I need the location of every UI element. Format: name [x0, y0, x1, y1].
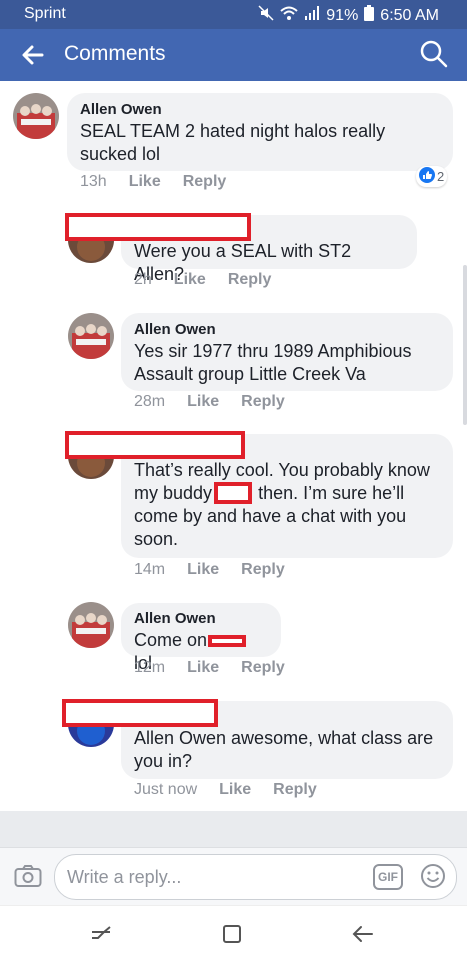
- reply-button[interactable]: Reply: [183, 173, 227, 191]
- comment-bubble: Allen Owen Yes sir 1977 thru 1989 Amphib…: [121, 313, 453, 391]
- comment-author[interactable]: Allen Owen: [134, 609, 268, 629]
- comment-bubble: Allen Owen SEAL TEAM 2 hated night halos…: [67, 93, 453, 171]
- comment-author[interactable]: Allen Owen: [134, 320, 440, 340]
- carrier-label: Sprint: [24, 5, 66, 22]
- comment-text: then. I’m sure he’ll: [258, 483, 405, 503]
- reply-button[interactable]: Reply: [273, 781, 317, 799]
- search-icon[interactable]: [419, 39, 449, 69]
- reply-button[interactable]: Reply: [228, 271, 272, 289]
- status-bar: Sprint 91% 6:50 AM: [0, 0, 467, 29]
- comment-actions: 14m Like Reply: [134, 561, 285, 579]
- comment-time: 12m: [134, 659, 166, 676]
- comment-feed: Allen Owen SEAL TEAM 2 hated night halos…: [0, 81, 467, 811]
- comment-time: Just now: [134, 781, 198, 798]
- battery-icon: [364, 5, 375, 26]
- like-button[interactable]: Like: [187, 393, 219, 411]
- comment-text: Allen Owen awesome, what class are: [134, 728, 434, 748]
- clock: 6:50 AM: [380, 6, 439, 24]
- comment-time: 2h: [134, 271, 152, 288]
- reply-button[interactable]: Reply: [241, 659, 285, 677]
- avatar[interactable]: [68, 313, 114, 359]
- signal-icon: [304, 6, 320, 25]
- like-button[interactable]: Like: [174, 271, 206, 289]
- reply-composer: Write a reply... GIF: [0, 847, 467, 906]
- avatar[interactable]: [68, 602, 114, 648]
- wifi-icon: [280, 5, 298, 26]
- redaction-box: [65, 431, 245, 459]
- comment-text: Assault group Little Creek Va: [134, 364, 366, 384]
- comment-text: sucked lol: [80, 144, 161, 164]
- comment-author[interactable]: Allen Owen: [80, 100, 440, 120]
- app-header: Comments: [0, 29, 467, 81]
- comment-text: That’s really cool. You probably know: [134, 460, 430, 480]
- like-button[interactable]: Like: [187, 561, 219, 579]
- reply-placeholder: Write a reply...: [67, 867, 182, 887]
- reaction-count: 2: [437, 169, 445, 184]
- camera-icon[interactable]: [14, 864, 42, 893]
- redaction-box: [65, 213, 251, 241]
- comment-actions: 13h Like Reply: [80, 173, 226, 191]
- emoji-icon[interactable]: [420, 863, 446, 894]
- reply-input[interactable]: Write a reply... GIF: [54, 854, 457, 900]
- divider: [0, 811, 467, 847]
- reaction-badge[interactable]: 2: [416, 166, 448, 187]
- comment-actions: 12m Like Reply: [134, 659, 285, 677]
- comment-text: my buddy: [134, 483, 213, 503]
- gif-button[interactable]: GIF: [373, 864, 403, 890]
- comment-text: Come on: [134, 630, 208, 650]
- like-button[interactable]: Like: [187, 659, 219, 677]
- redaction-box: [208, 635, 246, 647]
- status-icons: 91% 6:50 AM: [258, 5, 439, 26]
- thumbs-up-icon: [419, 167, 435, 186]
- comment-time: 13h: [80, 173, 107, 190]
- comment-actions: Just now Like Reply: [134, 781, 317, 799]
- comment-text: you in?: [134, 751, 193, 771]
- comment-text: Yes sir 1977 thru 1989 Amphibious: [134, 341, 412, 361]
- redaction-box: [62, 699, 218, 727]
- reply-button[interactable]: Reply: [241, 393, 285, 411]
- system-navigation: [0, 905, 467, 961]
- recents-icon[interactable]: [90, 923, 112, 950]
- comment-actions: 2h Like Reply: [134, 271, 271, 289]
- comment-text: SEAL TEAM 2 hated night halos really: [80, 121, 386, 141]
- reply-button[interactable]: Reply: [241, 561, 285, 579]
- page-title: Comments: [64, 42, 166, 65]
- scrollbar[interactable]: [463, 265, 467, 425]
- comment-time: 28m: [134, 393, 166, 410]
- comment-bubble: Allen Owen Come on lol: [121, 603, 281, 673]
- like-button[interactable]: Like: [129, 173, 161, 191]
- battery-percent: 91%: [326, 6, 359, 24]
- comment-actions: 28m Like Reply: [134, 393, 285, 411]
- comment-text-line: my buddy then. I’m sure he’ll: [134, 482, 440, 505]
- back-arrow-icon[interactable]: [20, 42, 46, 68]
- home-icon[interactable]: [221, 923, 243, 950]
- mute-icon: [258, 5, 274, 26]
- avatar[interactable]: [13, 93, 59, 139]
- like-button[interactable]: Like: [219, 781, 251, 799]
- comment-text: soon.: [134, 529, 179, 549]
- back-icon[interactable]: [352, 923, 374, 950]
- comment-text: come by and have a chat with you: [134, 506, 407, 526]
- comment-time: 14m: [134, 561, 166, 578]
- redaction-box: [214, 482, 252, 504]
